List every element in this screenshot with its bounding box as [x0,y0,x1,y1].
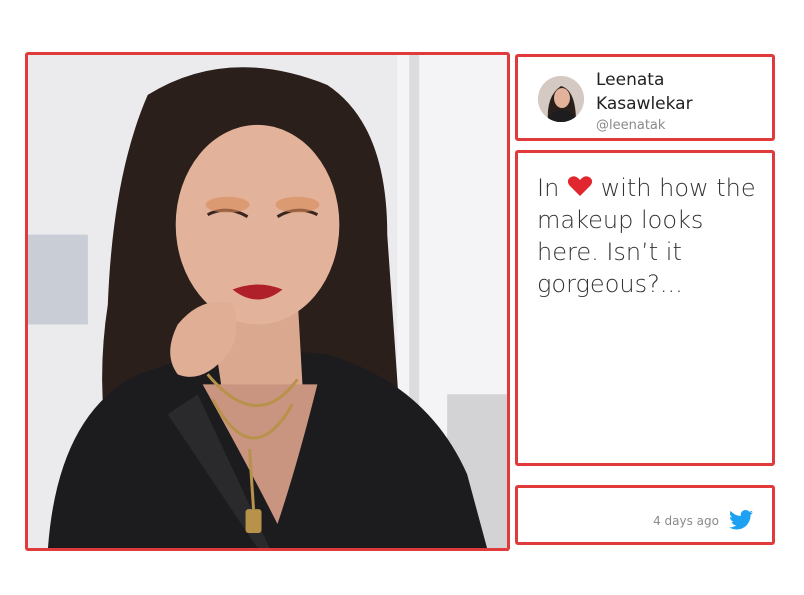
author-panel: Leenata Kasawlekar @leenatak [515,54,775,141]
photo-panel [25,52,510,551]
timestamp[interactable]: 4 days ago [653,514,719,528]
author-avatar[interactable] [538,76,584,122]
twitter-icon[interactable] [729,510,753,530]
heart-icon [567,176,593,196]
tweet-text-start: In [537,174,560,202]
author-name[interactable]: Leenata Kasawlekar [596,68,766,116]
tweet-text-panel: In with how the makeup looks here. Isn’t… [515,150,775,466]
tweet-footer-panel: 4 days ago [515,485,775,545]
post-photo[interactable] [28,55,507,548]
tweet-text: In with how the makeup looks here. Isn’t… [537,172,765,300]
author-handle[interactable]: @leenatak [596,118,665,133]
